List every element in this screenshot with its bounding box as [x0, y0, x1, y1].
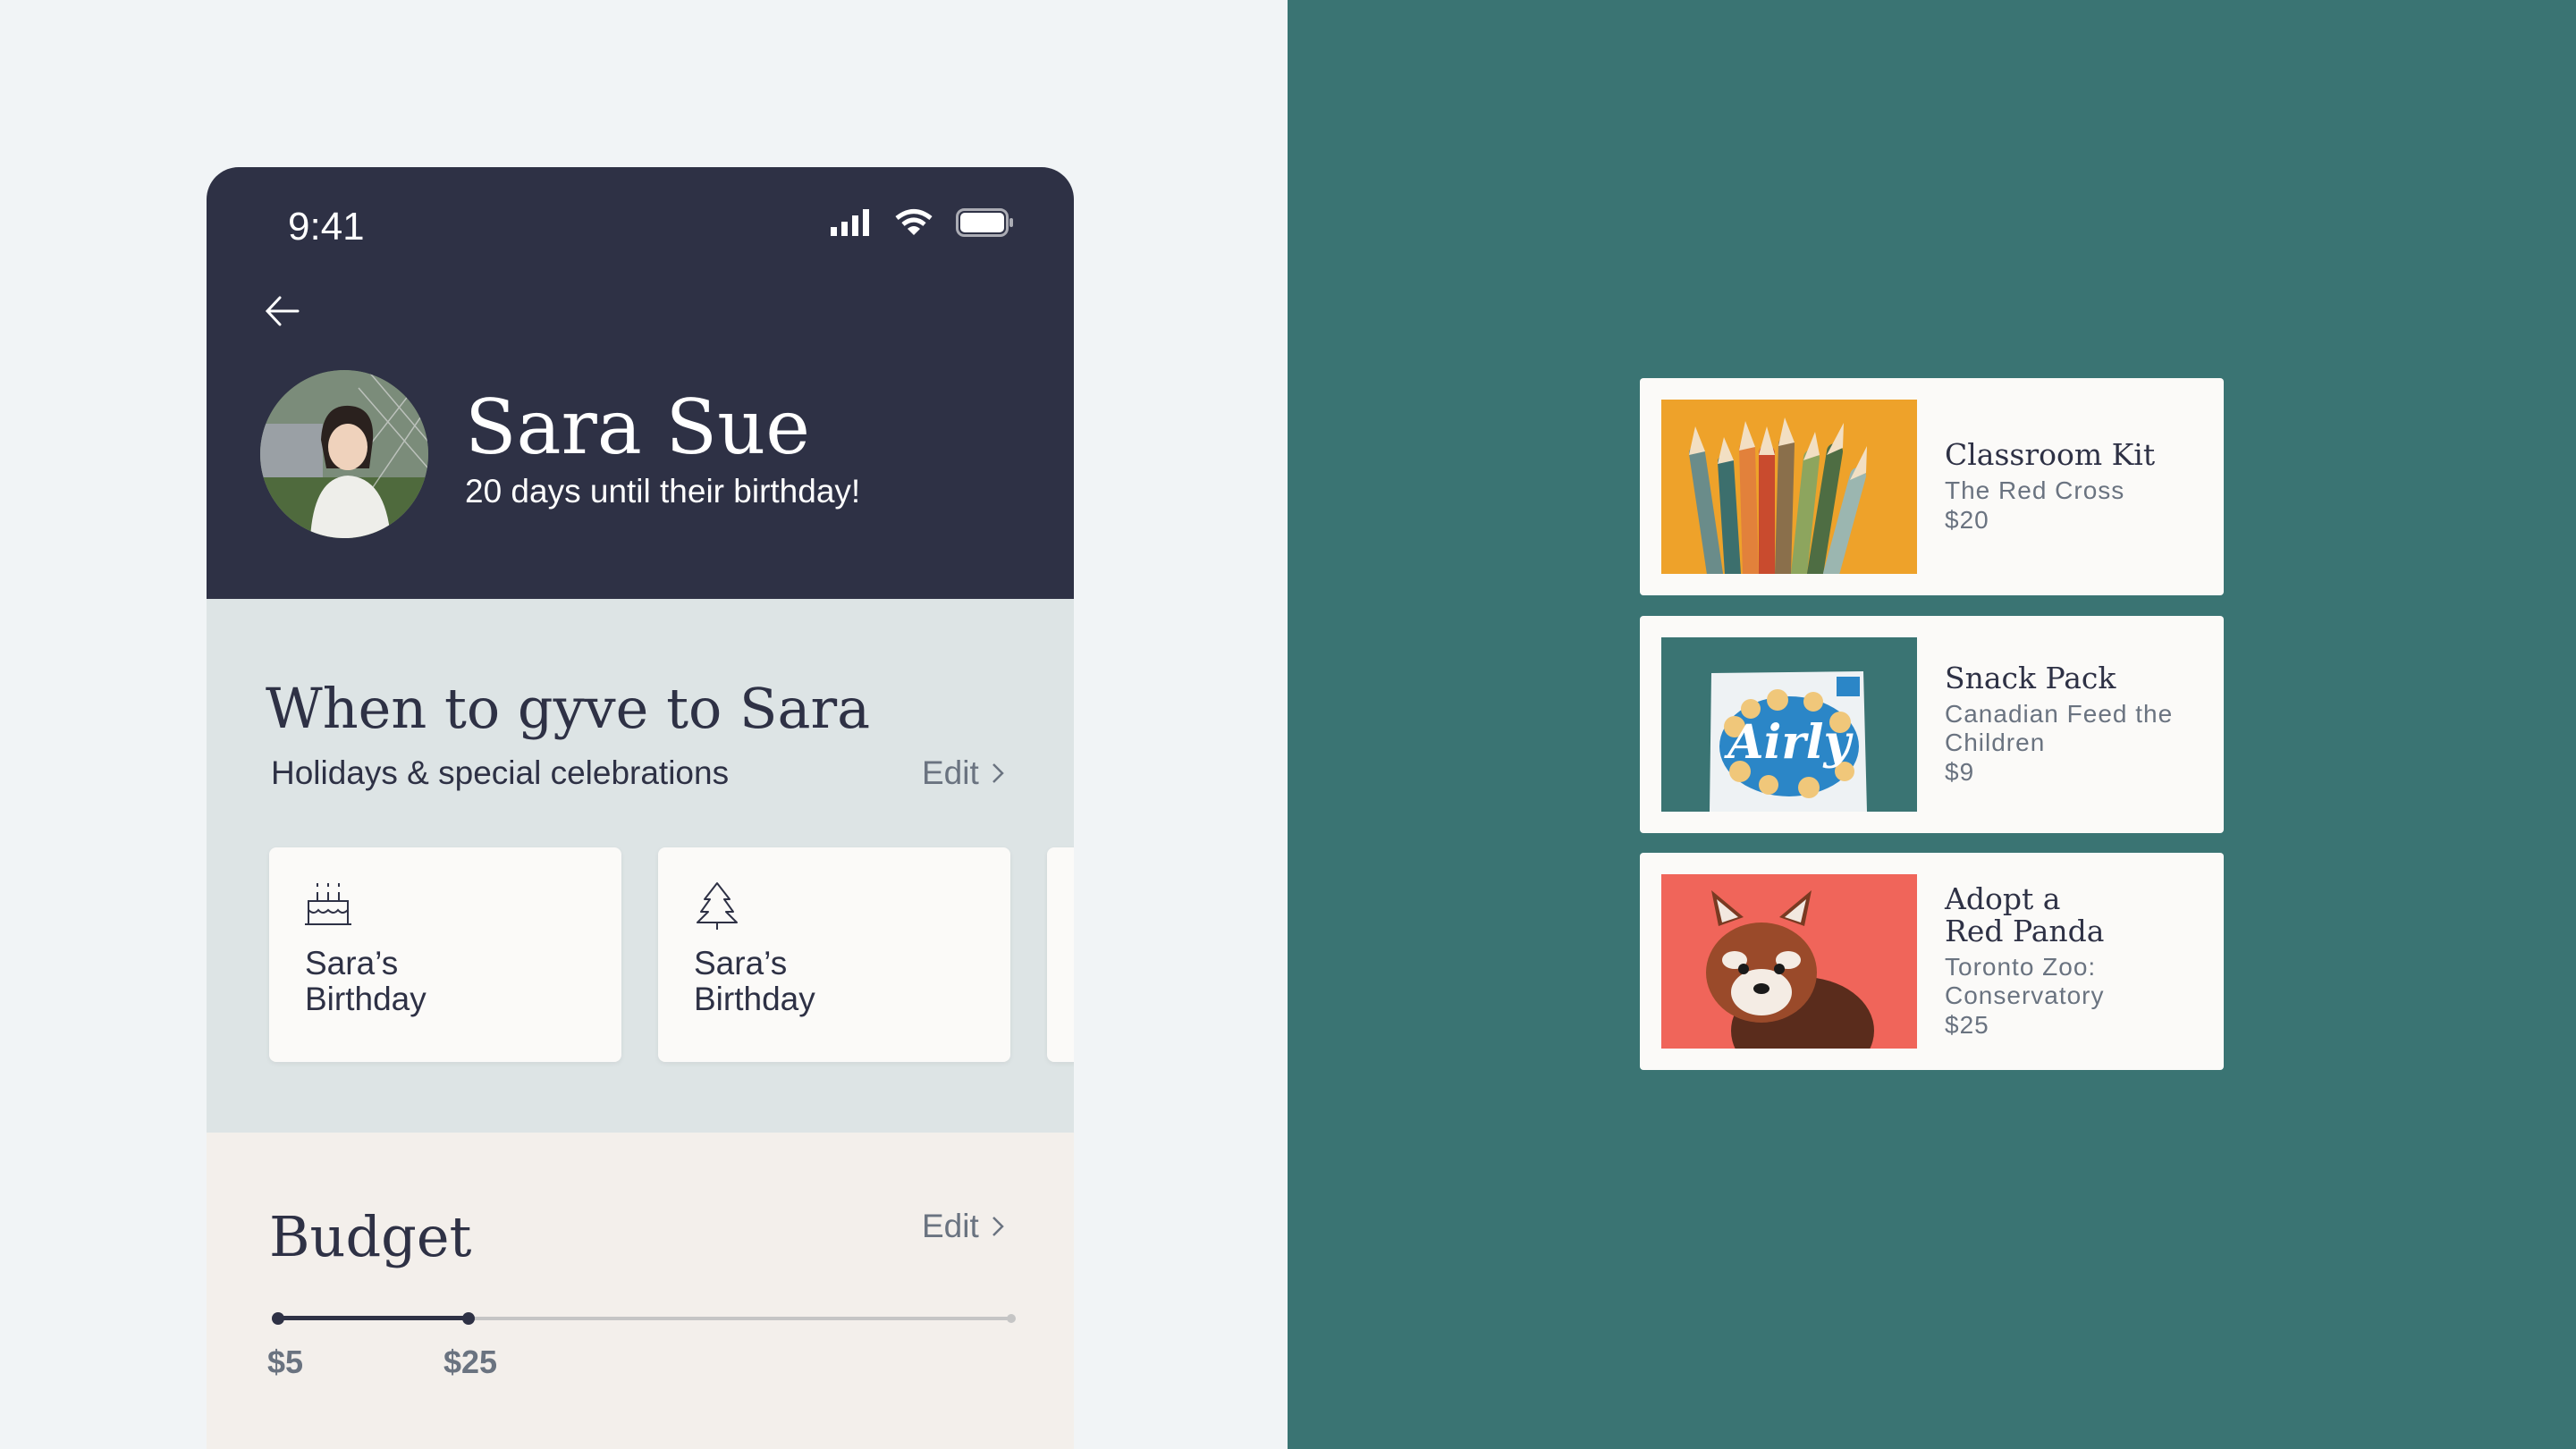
snack-box-image: Airly: [1661, 637, 1917, 812]
gift-text: Classroom Kit The Red Cross $20: [1945, 378, 2204, 595]
budget-title: Budget: [269, 1204, 472, 1269]
chevron-right-icon: [992, 1217, 1004, 1236]
gift-text: Adopt a Red Panda Toronto Zoo: Conservat…: [1945, 853, 2204, 1070]
gift-organization: The Red Cross: [1945, 476, 2125, 504]
budget-slider-fill: [278, 1316, 469, 1320]
chevron-right-icon: [992, 763, 1004, 783]
edit-label: Edit: [922, 754, 979, 791]
avatar: [260, 370, 428, 538]
gift-title: Adopt a Red Panda: [1945, 880, 2105, 948]
occasion-card-partial[interactable]: [1047, 847, 1074, 1062]
status-time: 9:41: [288, 205, 365, 249]
occasion-label: Sara’s Birthday: [694, 945, 815, 1017]
battery-icon: [956, 208, 1013, 237]
gift-card[interactable]: Adopt a Red Panda Toronto Zoo: Conservat…: [1640, 853, 2224, 1070]
budget-max-label: $25: [443, 1344, 498, 1380]
back-arrow-icon[interactable]: [260, 289, 305, 333]
status-icons: [831, 208, 1015, 237]
occasion-card[interactable]: Sara’s Birthday: [658, 847, 1010, 1062]
edit-occasions-link[interactable]: Edit: [922, 754, 1004, 792]
svg-text:Airly: Airly: [1723, 715, 1854, 770]
occasion-card[interactable]: Sara’s Birthday: [269, 847, 621, 1062]
gift-price: $9: [1945, 757, 1975, 786]
budget-track-end: [1007, 1314, 1016, 1323]
gift-card[interactable]: Airly Snack Pack Canadian Feed the Child…: [1640, 616, 2224, 833]
gift-organization: Canadian Feed the Children: [1945, 699, 2174, 756]
edit-label: Edit: [922, 1208, 979, 1244]
budget-section: Budget Edit $5 $25: [207, 1133, 1074, 1449]
when-to-gyve-section: When to gyve to Sara Holidays & special …: [207, 599, 1074, 1133]
birthday-cake-icon: [305, 883, 351, 925]
section-title: When to gyve to Sara: [266, 676, 871, 741]
budget-min-label: $5: [267, 1344, 304, 1380]
occasion-label: Sara’s Birthday: [305, 945, 427, 1017]
profile-subtitle: 20 days until their birthday!: [465, 473, 861, 510]
red-panda-image: [1661, 874, 1917, 1049]
profile-name: Sara Sue: [465, 383, 810, 471]
colored-pencils-image: [1661, 400, 1917, 574]
gift-title: Snack Pack: [1945, 660, 2116, 695]
signal-icon: [831, 209, 869, 236]
profile-header: 9:41 Sara Sue 20 days until their birthd…: [207, 167, 1074, 599]
gift-price: $20: [1945, 505, 1989, 534]
gift-card[interactable]: Classroom Kit The Red Cross $20: [1640, 378, 2224, 595]
gift-title: Classroom Kit: [1945, 436, 2156, 472]
edit-budget-link[interactable]: Edit: [922, 1208, 1004, 1245]
budget-min-handle[interactable]: [272, 1312, 284, 1325]
gift-price: $25: [1945, 1010, 1989, 1039]
tree-icon: [697, 882, 738, 930]
budget-max-handle[interactable]: [462, 1312, 475, 1325]
gift-organization: Toronto Zoo: Conservatory: [1945, 952, 2105, 1009]
section-subtitle: Holidays & special celebrations: [271, 754, 730, 791]
gift-text: Snack Pack Canadian Feed the Children $9: [1945, 616, 2204, 833]
phone-screen: 9:41 Sara Sue 20 days until their birthd…: [207, 167, 1074, 1449]
wifi-icon: [895, 209, 933, 235]
